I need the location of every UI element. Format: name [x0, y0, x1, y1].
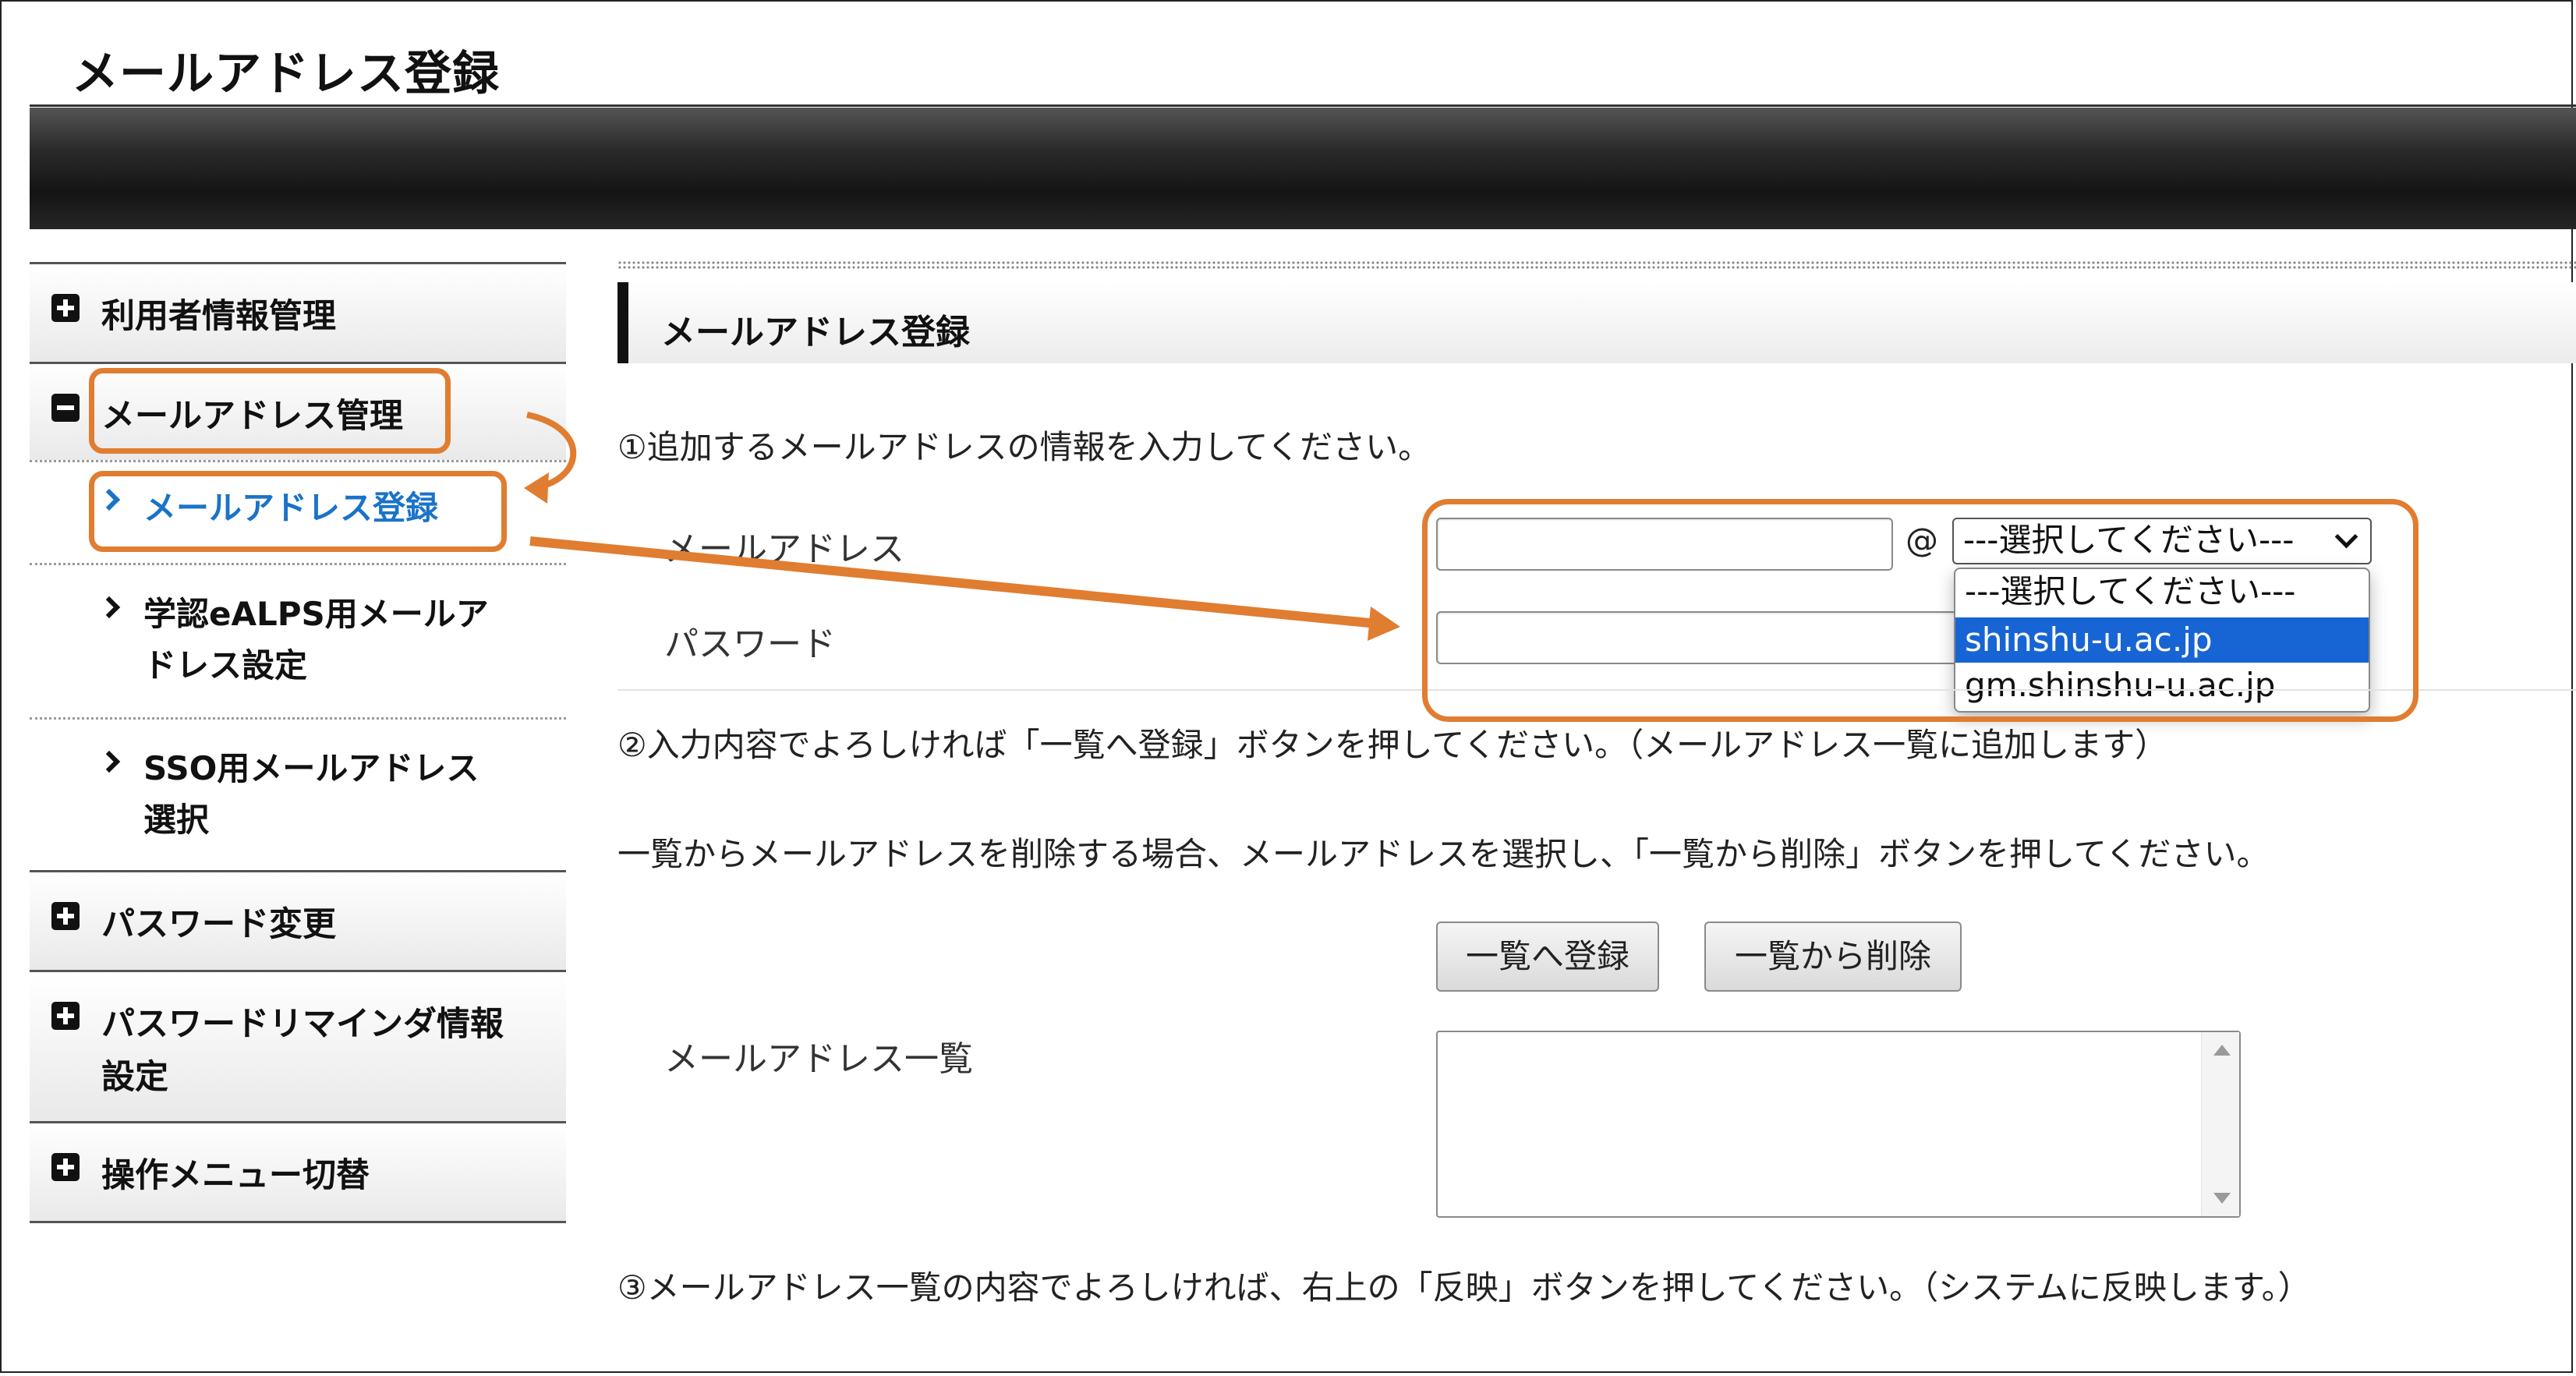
curved-arrow-line: [526, 412, 577, 491]
straight-arrow-line: [529, 536, 1378, 628]
curved-arrow-head: [524, 472, 549, 504]
straight-arrow-head: [1368, 607, 1400, 641]
annotation-arrows: [524, 412, 1400, 641]
